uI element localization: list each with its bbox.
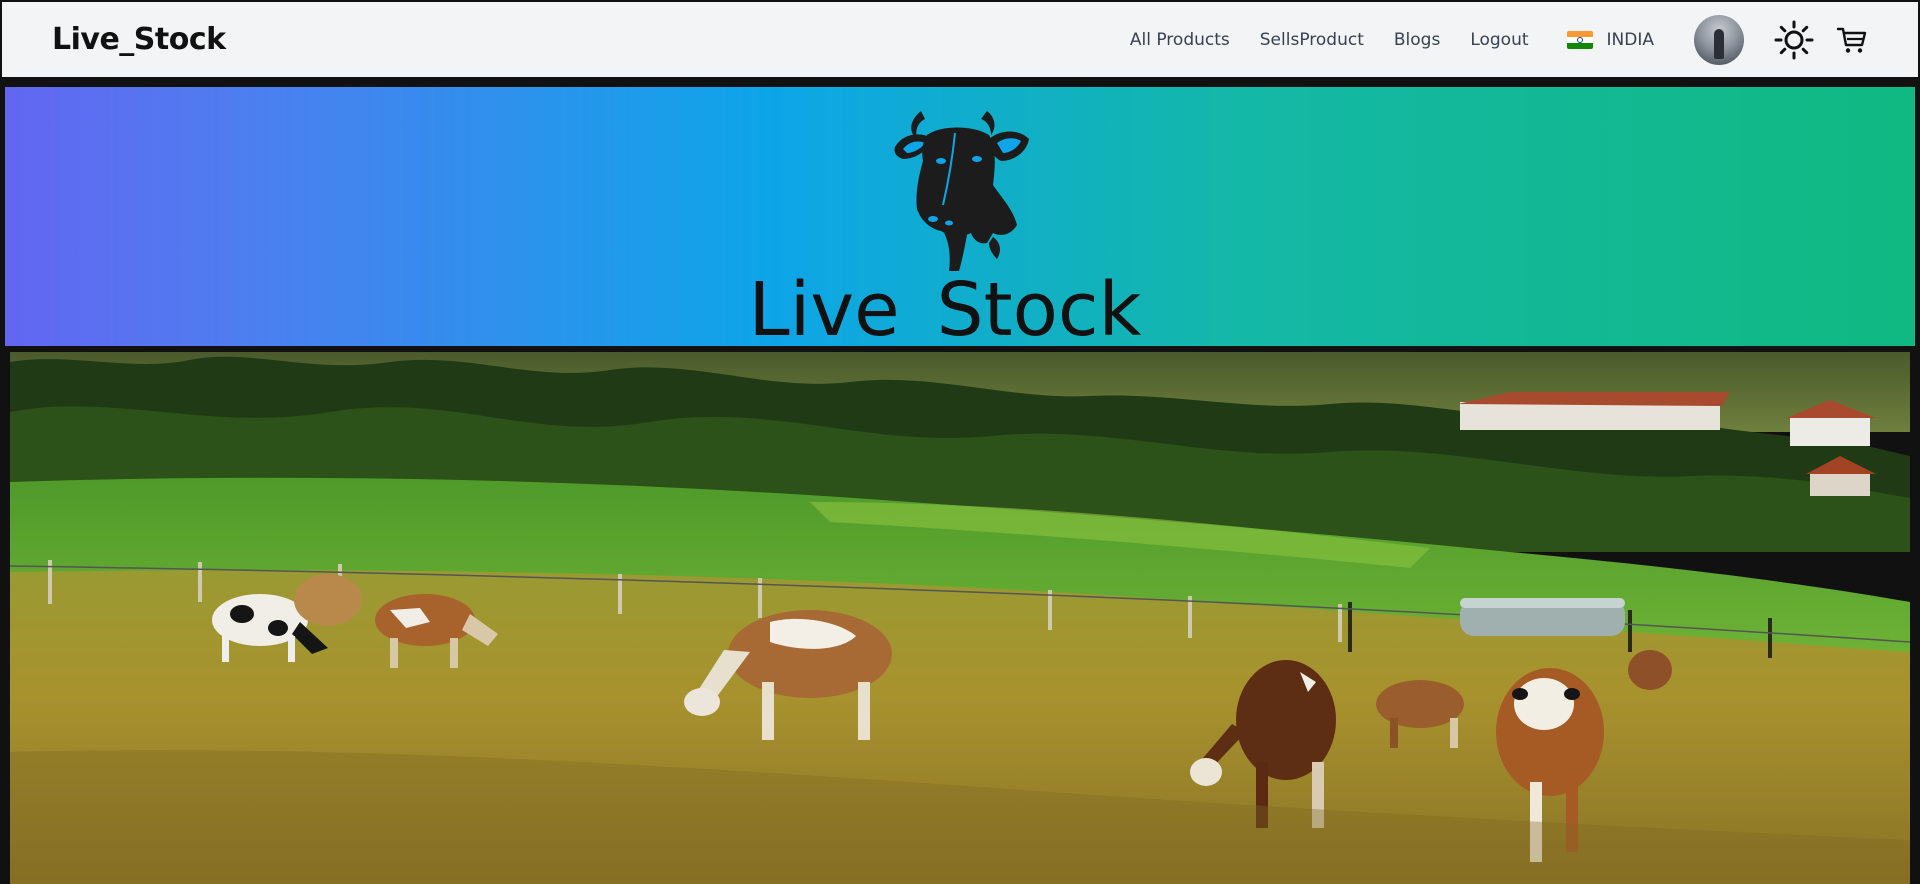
sun-icon[interactable] xyxy=(1774,20,1814,60)
region-label: INDIA xyxy=(1606,29,1654,50)
nav-link-all-products[interactable]: All Products xyxy=(1130,30,1230,50)
hero-banner: Live_Stock xyxy=(3,85,1917,353)
navbar-right: All Products SellsProduct Blogs Logout I… xyxy=(1130,2,1868,77)
navbar: Live_Stock All Products SellsProduct Blo… xyxy=(0,0,1920,82)
cart-icon[interactable] xyxy=(1836,24,1868,56)
region-selector[interactable]: INDIA xyxy=(1566,29,1654,50)
avatar[interactable] xyxy=(1694,14,1744,65)
cow-head-icon xyxy=(893,109,1037,271)
hero-photo-frame xyxy=(0,348,1920,884)
nav-links: All Products SellsProduct Blogs Logout xyxy=(1130,30,1529,50)
india-flag-icon xyxy=(1566,30,1593,49)
nav-link-blogs[interactable]: Blogs xyxy=(1394,30,1440,50)
nav-link-sells-product[interactable]: SellsProduct xyxy=(1260,30,1364,50)
banner-title: Live_Stock xyxy=(748,267,1142,353)
brand-logo[interactable]: Live_Stock xyxy=(52,22,226,57)
cows-grazing-photo xyxy=(10,352,1910,884)
nav-link-logout[interactable]: Logout xyxy=(1470,30,1528,50)
